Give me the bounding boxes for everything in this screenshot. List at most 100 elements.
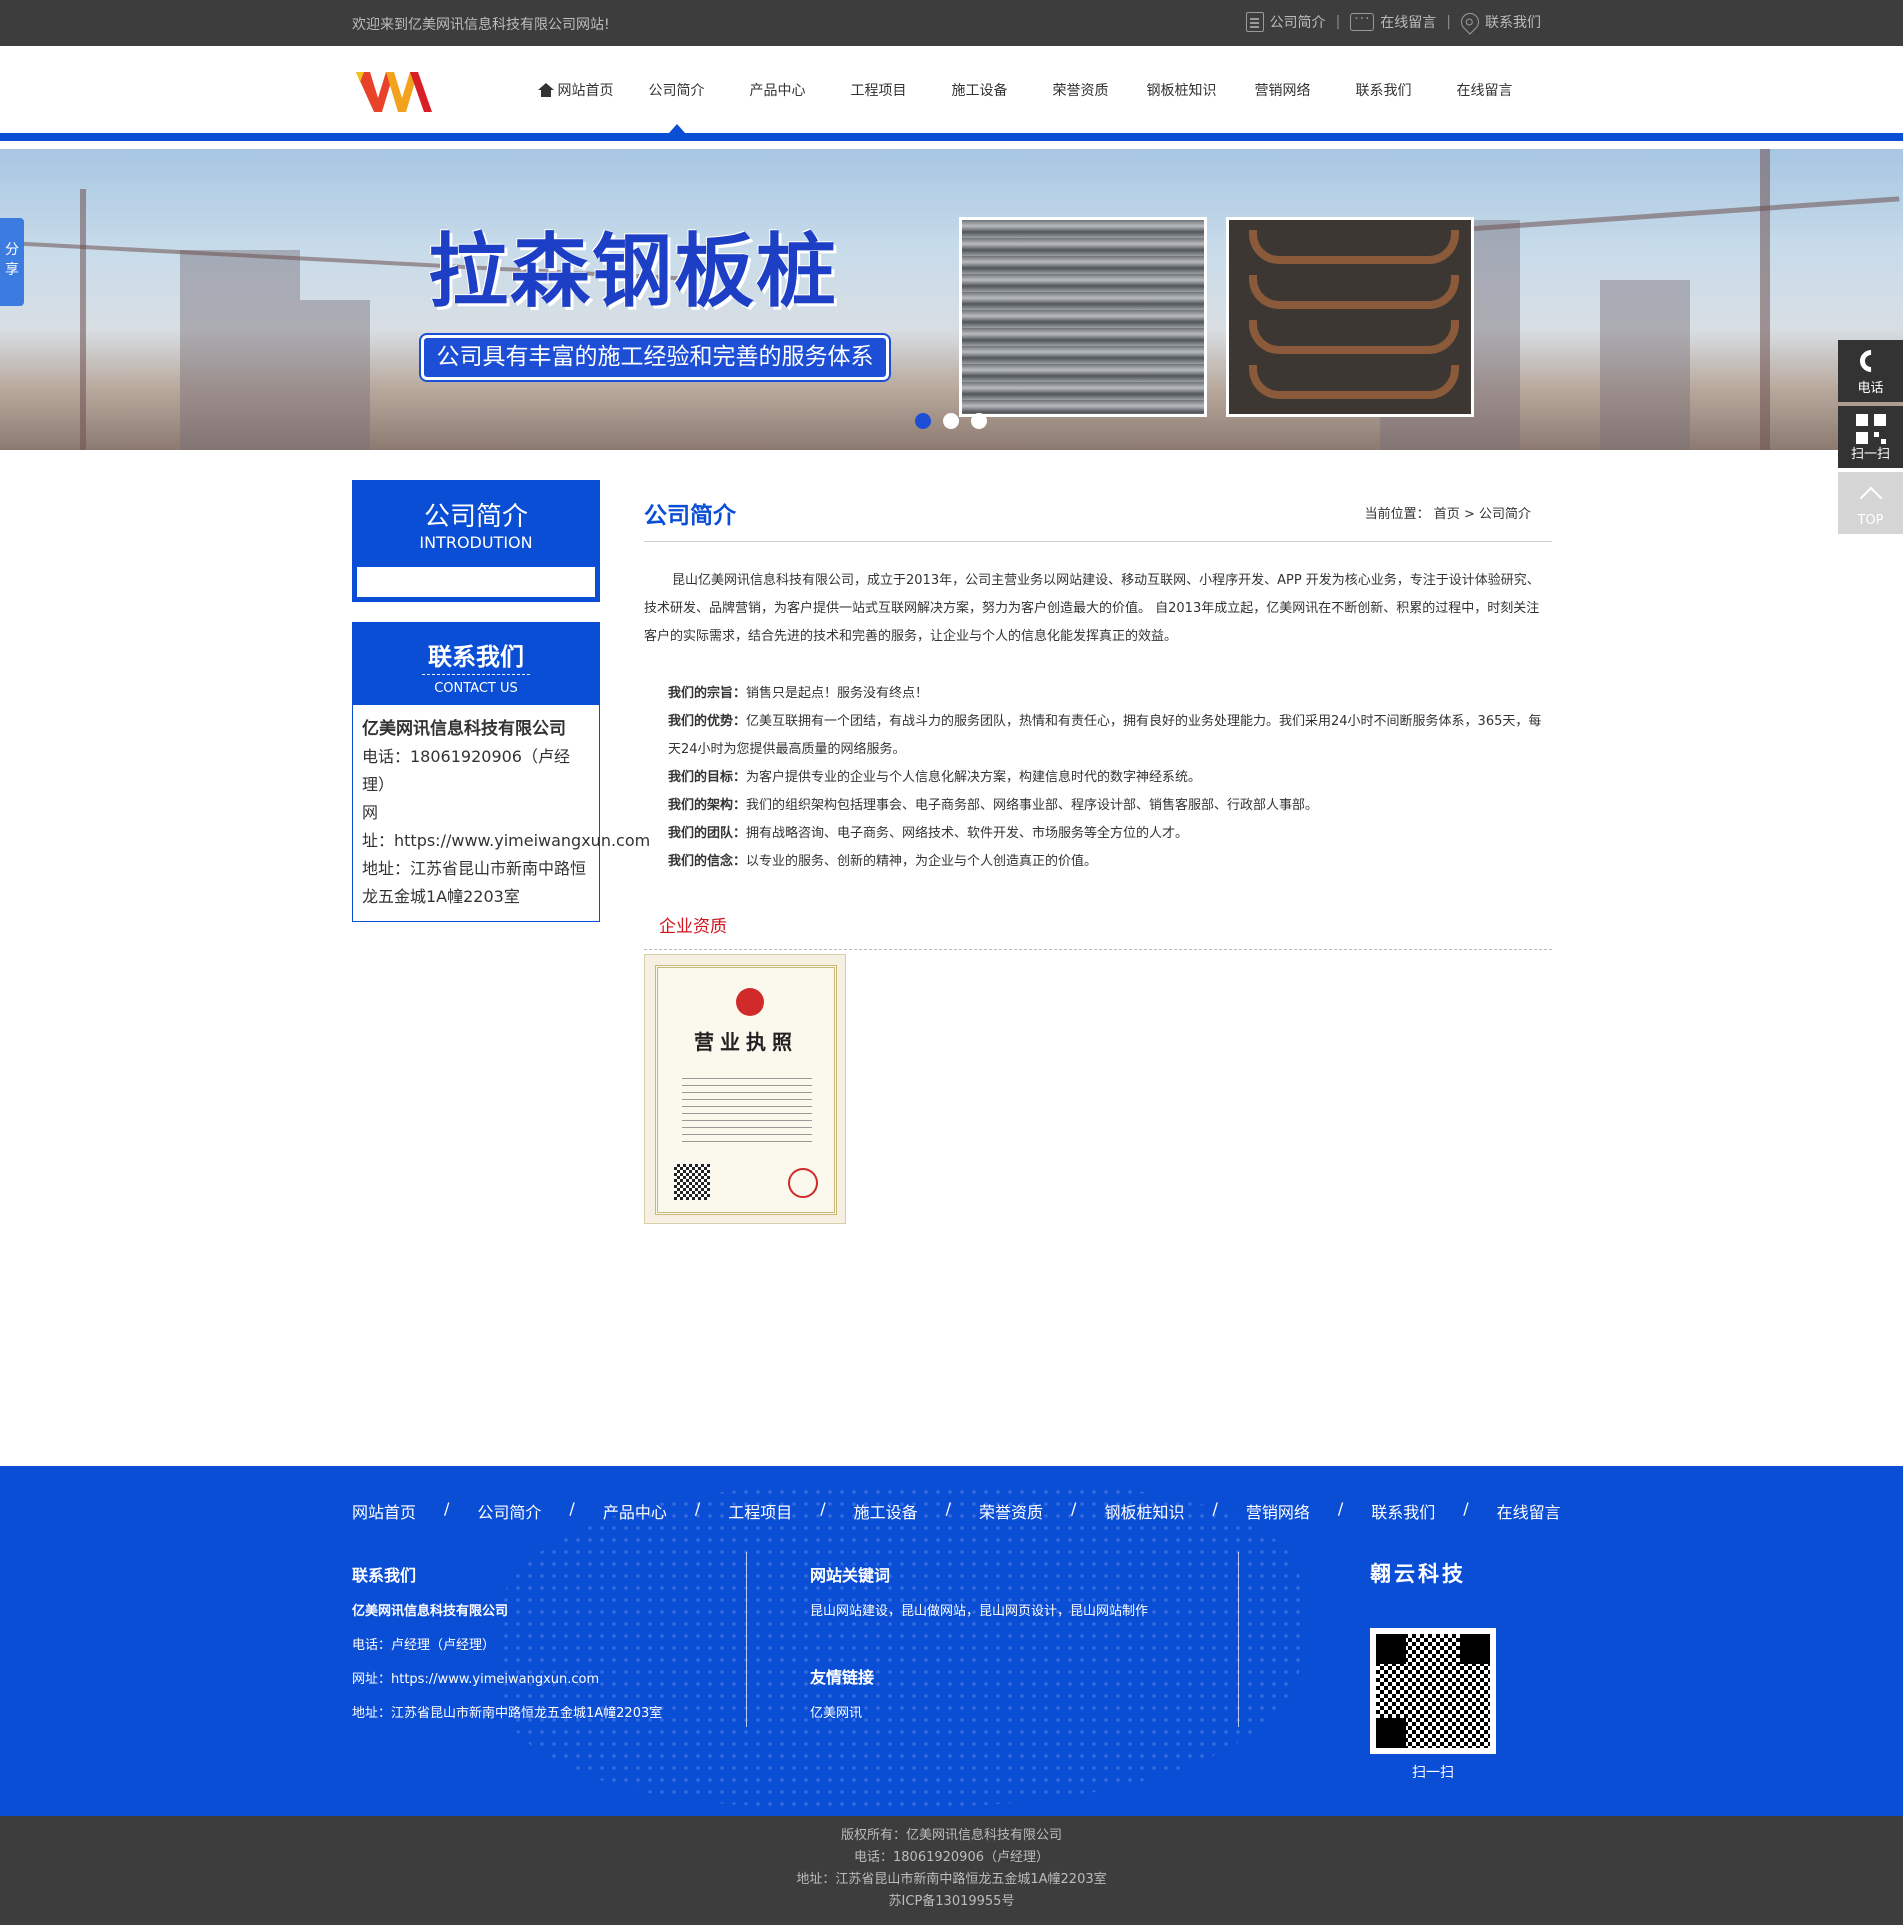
item-text: 为客户提供专业的企业与个人信息化解决方案，构建信息时代的数字神经系统。 (746, 770, 1202, 785)
sidebar-company-name: 亿美网讯信息科技有限公司 (362, 719, 566, 739)
license-title: 营业执照 (694, 1030, 798, 1054)
list-item: 我们的优势：亿美互联拥有一个团结，有战斗力的服务团队，热情和有责任心，拥有良好的… (644, 708, 1552, 764)
item-label: 我们的目标： (668, 770, 747, 785)
nav-item-products[interactable]: 产品中心 (727, 46, 828, 133)
float-label: TOP (1857, 513, 1884, 528)
nav-item-equipment[interactable]: 施工设备 (929, 46, 1030, 133)
banner-subtitle: 公司具有丰富的施工经验和完善的服务体系 (421, 335, 889, 380)
footer-divider (746, 1552, 747, 1727)
breadcrumb-home-link[interactable]: 首页 (1434, 507, 1460, 522)
license-frame: 营业执照 (655, 965, 837, 1215)
sidebar-intro-panel: 公司简介 INTRODUTION (352, 480, 600, 602)
nav-label: 施工设备 (951, 82, 1008, 99)
footer-brand: 翱云科技 (1370, 1561, 1466, 1586)
sidebar-web: 址：https://www.yimeiwangxun.com (362, 831, 651, 850)
float-phone-button[interactable]: 电话 (1838, 340, 1903, 402)
footer-nav-honors[interactable]: 荣誉资质 (979, 1499, 1043, 1523)
top-link-label: 在线留言 (1380, 15, 1437, 31)
nav-item-knowledge[interactable]: 钢板桩知识 (1131, 46, 1232, 133)
footer-nav-sep: / (1337, 1499, 1344, 1518)
title-divider (644, 541, 1552, 542)
top-link-about[interactable]: 公司简介 (1245, 12, 1326, 32)
nav-item-contact[interactable]: 联系我们 (1333, 46, 1434, 133)
float-label: 扫一扫 (1850, 447, 1890, 462)
nav-label: 公司简介 (648, 82, 705, 99)
footer-nav-about[interactable]: 公司简介 (477, 1499, 541, 1523)
footer-nav-sep: / (1212, 1499, 1218, 1518)
footer-nav-contact[interactable]: 联系我们 (1371, 1499, 1435, 1523)
nav-item-network[interactable]: 营销网络 (1232, 46, 1333, 133)
item-text: 亿美互联拥有一个团结，有战斗力的服务团队，热情和有责任心，拥有良好的业务处理能力… (668, 714, 1542, 757)
values-list: 我们的宗旨：销售只是起点！服务没有终点！ 我们的优势：亿美互联拥有一个团结，有战… (644, 680, 1552, 876)
footer-nav-home[interactable]: 网站首页 (352, 1499, 416, 1523)
official-seal-icon (788, 1168, 818, 1198)
logo[interactable] (356, 68, 432, 114)
national-emblem-icon (736, 988, 764, 1016)
footer-nav-message[interactable]: 在线留言 (1497, 1499, 1561, 1523)
nav-label: 钢板桩知识 (1146, 82, 1217, 99)
banner-title-wrap: 拉森钢板桩 (428, 227, 838, 315)
sidebar-contact-header: 联系我们 CONTACT US (353, 623, 599, 705)
license-qr-icon (674, 1164, 710, 1200)
sidebar-contact-panel: 联系我们 CONTACT US 亿美网讯信息科技有限公司 电话：18061920… (352, 622, 651, 922)
footer-nav-network[interactable]: 营销网络 (1246, 1499, 1310, 1523)
nav-item-home[interactable]: 网站首页 (525, 46, 626, 133)
footer-nav-projects[interactable]: 工程项目 (728, 1499, 792, 1523)
top-separator: | (1446, 14, 1451, 30)
top-link-label: 联系我们 (1485, 15, 1541, 31)
slider-dot[interactable] (943, 413, 959, 429)
footer-web: 网址：https://www.yimeiwangxun.com (352, 1672, 600, 1687)
breadcrumb-current[interactable]: 公司简介 (1479, 507, 1531, 522)
footer-nav-products[interactable]: 产品中心 (603, 1499, 667, 1523)
footer-friends-title: 友情链接 (810, 1668, 875, 1687)
item-label: 我们的架构： (668, 798, 747, 813)
welcome-text: 欢迎来到亿美网讯信息科技有限公司网站! (352, 17, 610, 33)
copyright-bar: 版权所有：亿美网讯信息科技有限公司 电话：18061920906（卢经理） 地址… (0, 1816, 1903, 1925)
top-link-message[interactable]: 在线留言 (1350, 11, 1437, 32)
footer-phone: 电话：卢经理（卢经理） (352, 1638, 496, 1653)
icp-link[interactable]: 苏ICP备13019955号 (889, 1894, 1015, 1909)
share-tab[interactable]: 分享 (0, 218, 24, 306)
sidebar-phone: 电话：18061920906（卢经理） (362, 747, 570, 794)
footer-nav-sep: / (444, 1499, 450, 1518)
top-link-contact[interactable]: 联系我们 (1457, 9, 1541, 35)
list-item: 我们的目标：为客户提供专业的企业与个人信息化解决方案，构建信息时代的数字神经系统… (644, 764, 1552, 792)
item-text: 拥有战略咨询、电子商务、网络技术、软件开发、市场服务等全方位的人才。 (746, 826, 1189, 841)
footer-nav-sep: / (569, 1499, 575, 1518)
sidebar-contact-subtitle: CONTACT US (434, 681, 518, 696)
nav-item-projects[interactable]: 工程项目 (828, 46, 929, 133)
nav-item-about[interactable]: 公司简介 (626, 46, 727, 133)
banner-crane (1760, 149, 1770, 450)
nav-label: 在线留言 (1456, 82, 1513, 99)
slider-dots (915, 413, 987, 429)
slider-dot[interactable] (915, 413, 931, 429)
footer-nav-sep: / (945, 1499, 952, 1518)
copyright-text: 版权所有：亿美网讯信息科技有限公司 (840, 1828, 1062, 1843)
banner-photo-sheet-piles-closeup (1226, 217, 1474, 417)
business-license-image[interactable]: 营业执照 (644, 954, 846, 1224)
banner-photo-sheet-piles-stack (959, 217, 1207, 417)
back-to-top-button[interactable]: TOP (1838, 472, 1903, 534)
footer-company: 亿美网讯信息科技有限公司 (352, 1604, 509, 1619)
float-qr-button[interactable]: 扫一扫 (1838, 406, 1903, 468)
sidebar-intro-title: 公司简介 (423, 502, 528, 532)
footer-nav-knowledge[interactable]: 钢板桩知识 (1104, 1499, 1184, 1523)
banner-building (300, 300, 370, 450)
footer-nav-sep: / (820, 1499, 826, 1518)
footer-keywords: 昆山网站建设，昆山做网站，昆山网页设计，昆山网站制作 (810, 1604, 1149, 1619)
list-item: 我们的架构：我们的组织架构包括理事会、电子商务部、网络事业部、程序设计部、销售客… (644, 792, 1552, 820)
banner-slider[interactable]: 拉森钢板桩 公司具有丰富的施工经验和完善的服务体系 (0, 149, 1903, 450)
slider-dot[interactable] (971, 413, 987, 429)
item-text: 销售只是起点！服务没有终点！ (746, 686, 929, 701)
license-text-lines (682, 1078, 812, 1148)
nav-label: 工程项目 (850, 82, 907, 99)
footer-nav-equipment[interactable]: 施工设备 (854, 1499, 918, 1523)
footer-friend-link[interactable]: 亿美网讯 (810, 1702, 862, 1721)
copyright-phone: 电话：18061920906（卢经理） (854, 1850, 1049, 1865)
nav-item-message[interactable]: 在线留言 (1434, 46, 1535, 133)
nav-item-honors[interactable]: 荣誉资质 (1030, 46, 1131, 133)
page-title: 公司简介 (644, 503, 736, 529)
breadcrumb: 当前位置： 首页 > 公司简介 (1365, 503, 1531, 522)
top-links: 公司简介 | 在线留言 | 联系我们 (1245, 9, 1541, 35)
top-link-label: 公司简介 (1269, 15, 1326, 31)
